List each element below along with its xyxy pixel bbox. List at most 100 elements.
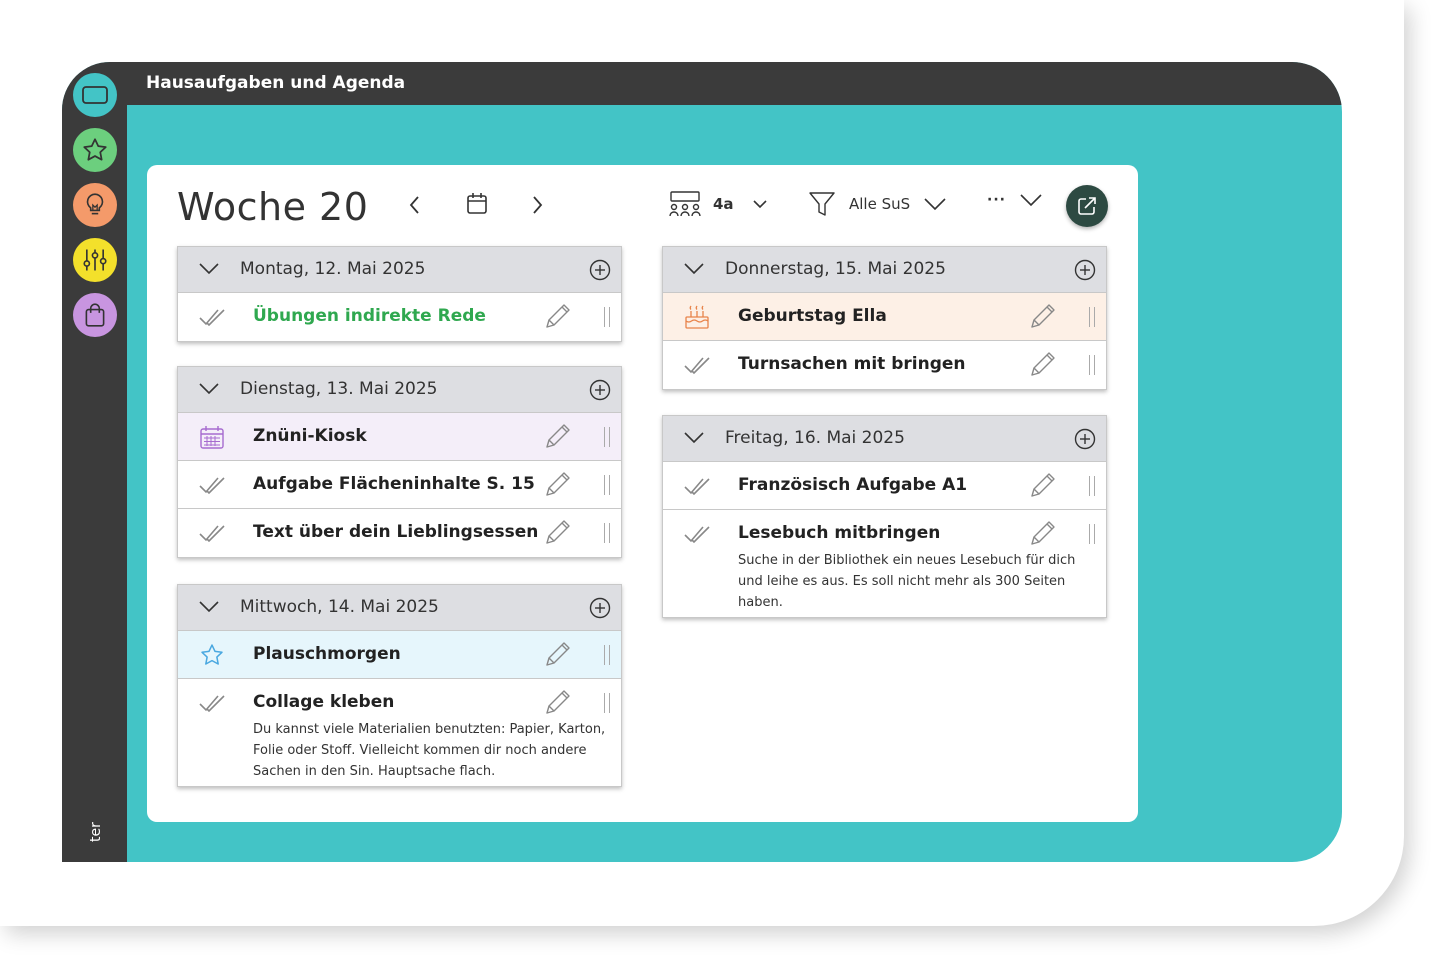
entry-description: Du kannst viele Materialien benutzten: P… <box>253 722 606 779</box>
day-header: Freitag, 16. Mai 2025 <box>663 416 1106 462</box>
entry-title: Französisch Aufgabe A1 <box>738 475 968 495</box>
class-selector[interactable]: 4a <box>667 190 770 218</box>
entry-title: Text über dein Lieblingsessen <box>253 522 539 542</box>
list-item[interactable]: Znüni-Kiosk <box>178 413 621 461</box>
checkmark-icon[interactable] <box>198 303 226 331</box>
app-screen: ter Hausaufgaben und Agenda Woche 20 4a <box>62 62 1342 862</box>
next-week-button[interactable] <box>527 193 547 217</box>
more-options-label: ··· <box>987 192 1006 208</box>
sidebar-item-ideas[interactable] <box>73 183 117 227</box>
pencil-icon[interactable] <box>1026 470 1058 502</box>
checkmark-icon[interactable] <box>198 689 226 717</box>
list-item[interactable]: Turnsachen mit bringen <box>663 341 1106 389</box>
add-entry-icon[interactable] <box>1074 259 1096 281</box>
day-card-monday: Montag, 12. Mai 2025 Übungen indirekte R… <box>177 246 622 342</box>
agenda-panel: Woche 20 4a Alle SuS ··· Montag, 12. Mai… <box>147 165 1138 822</box>
pencil-icon[interactable] <box>541 639 573 671</box>
calendar-icon <box>467 193 487 214</box>
pencil-icon[interactable] <box>541 469 573 501</box>
star-icon <box>83 138 107 161</box>
drag-handle[interactable] <box>1089 524 1095 544</box>
chevron-down-icon[interactable] <box>198 261 220 277</box>
day-card-tuesday: Dienstag, 13. Mai 2025 Znüni-Kiosk Aufga… <box>177 366 622 558</box>
sidebar-item-screen[interactable] <box>73 73 117 117</box>
chevron-down-icon[interactable] <box>198 381 220 397</box>
sidebar-footer-label: ter <box>88 822 104 842</box>
calendar-button[interactable] <box>465 191 489 217</box>
more-options-button[interactable]: ··· <box>987 191 1044 209</box>
pencil-icon[interactable] <box>1026 349 1058 381</box>
chevron-down-icon[interactable] <box>683 261 705 277</box>
list-item[interactable]: Collage kleben Du kannst viele Materiali… <box>178 679 621 786</box>
drag-handle[interactable] <box>604 693 610 713</box>
list-item[interactable]: Geburtstag Ella <box>663 293 1106 341</box>
shopping-bag-icon <box>85 303 105 327</box>
calendar-event-icon <box>198 423 226 451</box>
entry-title: Aufgabe Flächeninhalte S. 15 <box>253 474 535 494</box>
checkmark-icon[interactable] <box>683 520 711 548</box>
day-header: Dienstag, 13. Mai 2025 <box>178 367 621 413</box>
pencil-icon[interactable] <box>1026 301 1058 333</box>
pencil-icon[interactable] <box>541 517 573 549</box>
add-entry-icon[interactable] <box>589 259 611 281</box>
checkmark-icon[interactable] <box>683 472 711 500</box>
day-card-friday: Freitag, 16. Mai 2025 Französisch Aufgab… <box>662 415 1107 618</box>
day-header: Montag, 12. Mai 2025 <box>178 247 621 293</box>
pencil-icon[interactable] <box>541 687 573 719</box>
day-date: Freitag, 16. Mai 2025 <box>725 428 905 448</box>
entry-description: Suche in der Bibliothek ein neues Lesebu… <box>738 553 1076 610</box>
drag-handle[interactable] <box>604 307 610 327</box>
entry-title: Geburtstag Ella <box>738 306 887 326</box>
day-card-thursday: Donnerstag, 15. Mai 2025 Geburtstag Ella… <box>662 246 1107 390</box>
open-external-button[interactable] <box>1066 185 1108 227</box>
entry-title: Znüni-Kiosk <box>253 426 367 446</box>
filter-label: Alle SuS <box>849 195 911 213</box>
drag-handle[interactable] <box>1089 307 1095 327</box>
list-item[interactable]: Lesebuch mitbringen Suche in der Bibliot… <box>663 510 1106 617</box>
drag-handle[interactable] <box>604 523 610 543</box>
chevron-right-icon <box>533 196 543 214</box>
drag-handle[interactable] <box>604 645 610 665</box>
drag-handle[interactable] <box>604 427 610 447</box>
drag-handle[interactable] <box>1089 476 1095 496</box>
entry-title: Turnsachen mit bringen <box>738 354 966 374</box>
pencil-icon[interactable] <box>541 301 573 333</box>
checkmark-icon[interactable] <box>683 351 711 379</box>
day-card-wednesday: Mittwoch, 14. Mai 2025 Plauschmorgen Col… <box>177 584 622 787</box>
sidebar: ter <box>62 62 127 862</box>
entry-title: Übungen indirekte Rede <box>253 306 486 326</box>
list-item[interactable]: Französisch Aufgabe A1 <box>663 462 1106 510</box>
chevron-down-icon <box>752 200 767 209</box>
pencil-icon[interactable] <box>541 421 573 453</box>
day-header: Mittwoch, 14. Mai 2025 <box>178 585 621 631</box>
sidebar-item-bag[interactable] <box>73 293 117 337</box>
student-filter[interactable]: Alle SuS <box>807 189 948 219</box>
day-date: Mittwoch, 14. Mai 2025 <box>240 597 439 617</box>
day-date: Donnerstag, 15. Mai 2025 <box>725 259 946 279</box>
sidebar-item-settings[interactable] <box>73 238 117 282</box>
previous-week-button[interactable] <box>405 193 425 217</box>
list-item[interactable]: Plauschmorgen <box>178 631 621 679</box>
drag-handle[interactable] <box>604 475 610 495</box>
sidebar-item-star[interactable] <box>73 128 117 172</box>
add-entry-icon[interactable] <box>589 379 611 401</box>
list-item[interactable]: Übungen indirekte Rede <box>178 293 621 341</box>
checkmark-icon[interactable] <box>198 471 226 499</box>
entry-title: Plauschmorgen <box>253 644 401 664</box>
tablet-frame: ter Hausaufgaben und Agenda Woche 20 4a <box>0 0 1404 926</box>
app-header: Hausaufgaben und Agenda <box>127 62 1342 105</box>
chevron-down-icon[interactable] <box>198 599 220 615</box>
list-item[interactable]: Text über dein Lieblingsessen <box>178 509 621 557</box>
chevron-down-icon[interactable] <box>683 430 705 446</box>
filter-icon <box>809 192 835 216</box>
add-entry-icon[interactable] <box>1074 428 1096 450</box>
sliders-icon <box>83 249 107 271</box>
day-date: Dienstag, 13. Mai 2025 <box>240 379 438 399</box>
checkmark-icon[interactable] <box>198 519 226 547</box>
list-item[interactable]: Aufgabe Flächeninhalte S. 15 <box>178 461 621 509</box>
class-label: 4a <box>713 195 734 213</box>
drag-handle[interactable] <box>1089 355 1095 375</box>
entry-title: Lesebuch mitbringen <box>738 523 941 543</box>
add-entry-icon[interactable] <box>589 597 611 619</box>
pencil-icon[interactable] <box>1026 518 1058 550</box>
